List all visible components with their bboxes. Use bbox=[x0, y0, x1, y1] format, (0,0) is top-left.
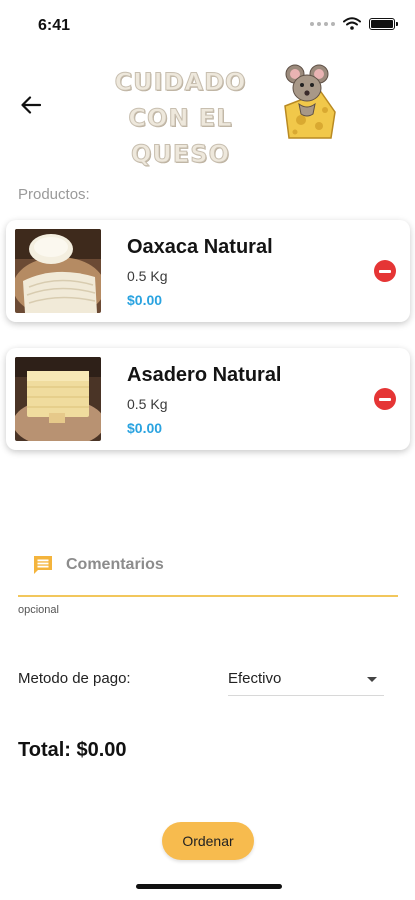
product-name: Asadero Natural bbox=[127, 364, 282, 386]
logo-line-2: CON EL QUESO bbox=[128, 104, 233, 169]
logo-line-1: CUIDADO bbox=[114, 68, 247, 97]
remove-circle-icon[interactable] bbox=[374, 260, 396, 282]
product-price: $0.00 bbox=[127, 292, 163, 308]
battery-icon bbox=[369, 17, 398, 30]
payment-method-value: Efectivo bbox=[228, 670, 282, 687]
product-card: Asadero Natural 0.5 Kg $0.00 bbox=[6, 348, 410, 450]
oaxaca-cheese-photo bbox=[15, 229, 101, 313]
product-price: $0.00 bbox=[127, 420, 163, 436]
wifi-icon bbox=[343, 17, 361, 30]
home-indicator bbox=[136, 884, 282, 889]
logo-text: CUIDADO CON EL QUESO bbox=[78, 64, 283, 172]
comments-field-container bbox=[18, 540, 398, 597]
product-name: Oaxaca Natural bbox=[127, 236, 273, 258]
order-total: Total: $0.00 bbox=[18, 739, 127, 761]
order-button[interactable]: Ordenar bbox=[162, 822, 254, 860]
brand-logo: CUIDADO CON EL QUESO bbox=[78, 62, 338, 169]
back-button[interactable] bbox=[14, 88, 48, 122]
payment-method-dropdown[interactable]: Efectivo bbox=[228, 664, 384, 696]
product-weight: 0.5 Kg bbox=[127, 268, 168, 284]
cellular-dots-icon bbox=[310, 21, 335, 26]
status-icons bbox=[310, 17, 398, 30]
mouse-cheese-icon bbox=[284, 64, 336, 139]
status-time: 6:41 bbox=[38, 17, 71, 34]
chevron-down-icon bbox=[367, 677, 377, 682]
product-card: Oaxaca Natural 0.5 Kg $0.00 bbox=[6, 220, 410, 322]
asadero-cheese-photo bbox=[15, 357, 101, 441]
products-label: Productos: bbox=[18, 186, 90, 203]
product-weight: 0.5 Kg bbox=[127, 396, 168, 412]
status-bar: 6:41 bbox=[0, 0, 415, 50]
arrow-left-icon bbox=[21, 96, 41, 114]
comments-helper-text: opcional bbox=[18, 604, 59, 616]
product-image bbox=[15, 357, 101, 441]
comments-input[interactable] bbox=[66, 551, 386, 579]
comment-icon bbox=[34, 556, 52, 574]
remove-circle-icon[interactable] bbox=[374, 388, 396, 410]
payment-method-label: Metodo de pago: bbox=[18, 670, 131, 687]
product-image bbox=[15, 229, 101, 313]
